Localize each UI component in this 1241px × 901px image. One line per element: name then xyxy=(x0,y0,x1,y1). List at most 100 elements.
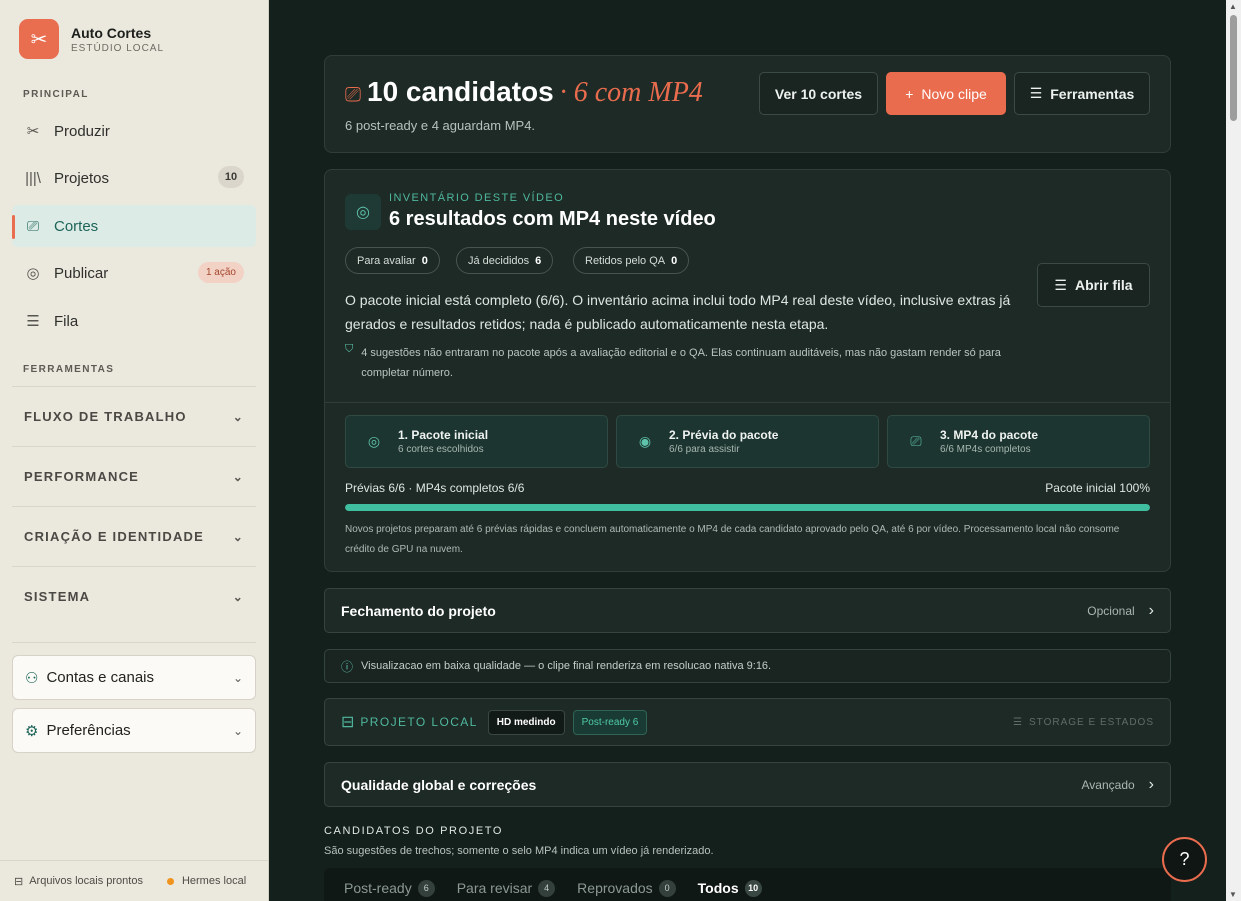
sidebar-item-produzir[interactable]: ✂ Produzir xyxy=(12,110,256,152)
chevron-down-icon: ⌄ xyxy=(232,670,243,685)
step-title: 3. MP4 do pacote xyxy=(940,428,1039,442)
pill-label: Para avaliar xyxy=(357,254,416,267)
page-subtitle: 6 post-ready e 4 aguardam MP4. xyxy=(345,118,536,133)
list-check-icon: ☰ xyxy=(1054,276,1067,293)
files-status: Arquivos locais prontos xyxy=(29,875,143,887)
chevron-down-icon: ⌄ xyxy=(232,409,244,424)
tab-label: Para revisar xyxy=(456,880,533,896)
sidebar-item-projetos[interactable]: |||\ Projetos 10 xyxy=(12,157,256,199)
sidebar-item-label: Projetos xyxy=(54,169,110,187)
sidebar-item-label: Cortes xyxy=(54,217,99,235)
inventory-note: ⛉ 4 sugestões não entraram no pacote apó… xyxy=(345,343,1025,383)
pill-value: 0 xyxy=(671,254,678,267)
inventory-description: O pacote inicial está completo (6/6). O … xyxy=(345,292,1011,332)
group-sistema[interactable]: SISTEMA ⌄ xyxy=(12,566,256,626)
sidebar-item-publicar[interactable]: ◎ Publicar 1 ação xyxy=(12,252,256,294)
library-icon: |||\ xyxy=(25,169,41,187)
help-button[interactable]: ? xyxy=(1162,837,1207,882)
brand[interactable]: ✂ Auto Cortes ESTÚDIO LOCAL xyxy=(19,19,164,59)
closing-title: Fechamento do projeto xyxy=(341,602,496,619)
scrollbar[interactable]: ▲ ▼ xyxy=(1226,0,1241,901)
check-circle-icon: ◎ xyxy=(345,194,381,230)
tools-button[interactable]: ☰ Ferramentas xyxy=(1014,72,1150,115)
step-title: 1. Pacote inicial xyxy=(398,428,489,442)
group-fluxo-de-trabalho[interactable]: FLUXO DE TRABALHO ⌄ xyxy=(12,386,256,446)
page-title-accent: · 6 com MP4 xyxy=(559,77,703,108)
inventory-footnote: Novos projetos preparam até 6 prévias rá… xyxy=(345,524,1120,555)
storage-states-link[interactable]: ☰ STORAGE E ESTADOS xyxy=(1013,717,1154,728)
tab-count: 10 xyxy=(744,879,762,897)
group-criacao-e-identidade[interactable]: CRIAÇÃO E IDENTIDADE ⌄ xyxy=(12,506,256,566)
chevron-down-icon: ⌄ xyxy=(232,723,243,738)
scissors-icon: ✂ xyxy=(26,123,40,140)
accounts-label: Contas e canais xyxy=(46,669,155,686)
scroll-up-icon[interactable]: ▲ xyxy=(1229,2,1237,11)
hermes-status: Hermes local xyxy=(181,875,247,887)
view-cuts-label: Ver 10 cortes xyxy=(774,85,863,102)
tab-count: 0 xyxy=(658,879,676,897)
pill-value: 6 xyxy=(535,254,542,267)
tab-count: 4 xyxy=(538,879,556,897)
projects-count-badge: 10 xyxy=(218,166,244,188)
clapperboard-icon: ⎚ xyxy=(26,217,39,235)
info-icon: ⓘ xyxy=(341,659,354,674)
pill-para-avaliar: Para avaliar 0 xyxy=(345,247,440,274)
new-clip-label: Novo clipe xyxy=(921,85,987,102)
check-circle-icon: ◎ xyxy=(367,433,381,449)
step-pacote-inicial[interactable]: ◎ 1. Pacote inicial 6 cortes escolhidos xyxy=(345,415,608,468)
shield-check-icon: ⛉ xyxy=(345,343,354,355)
check-circle-icon: ◎ xyxy=(26,265,40,282)
tab-para-revisar[interactable]: Para revisar 4 xyxy=(456,879,556,897)
tab-todos[interactable]: Todos 10 xyxy=(697,879,762,897)
section-principal: PRINCIPAL xyxy=(23,89,89,100)
publish-action-badge: 1 ação xyxy=(197,262,244,283)
preferences-button[interactable]: ⚙ Preferências ⌄ xyxy=(12,708,256,753)
step-mp4-do-pacote[interactable]: ⎚ 3. MP4 do pacote 6/6 MP4s completos xyxy=(887,415,1150,468)
sidebar-item-fila[interactable]: ☰ Fila xyxy=(12,300,256,342)
preferences-label: Preferências xyxy=(46,722,131,739)
section-ferramentas: FERRAMENTAS xyxy=(23,364,115,375)
chevron-down-icon: ⌄ xyxy=(232,529,244,544)
sidebar-footer: ⊟ Arquivos locais prontos Hermes local xyxy=(0,860,268,901)
divider xyxy=(12,642,256,643)
local-project-row: ⊟ PROJETO LOCAL HD medindo Post-ready 6 … xyxy=(324,698,1171,746)
view-cuts-button[interactable]: Ver 10 cortes xyxy=(759,72,878,115)
sliders-icon: ⚙ xyxy=(25,722,39,740)
pill-label: Já decididos xyxy=(468,254,530,267)
tab-count: 6 xyxy=(417,879,435,897)
candidates-heading: CANDIDATOS DO PROJETO xyxy=(324,825,504,837)
drive-icon: ⊟ xyxy=(341,714,355,731)
step-previa-do-pacote[interactable]: ◉ 2. Prévia do pacote 6/6 para assistir xyxy=(616,415,879,468)
hd-chip: HD medindo xyxy=(487,709,565,735)
inventory-title: 6 resultados com MP4 neste vídeo xyxy=(389,208,716,230)
list-check-icon: ☰ xyxy=(26,313,40,330)
sidebar-item-cortes[interactable]: ⎚ Cortes xyxy=(12,205,256,247)
tab-reprovados[interactable]: Reprovados 0 xyxy=(577,879,676,897)
scissors-icon: ✂ xyxy=(19,19,59,59)
closing-tag: Opcional xyxy=(1087,603,1135,618)
tab-label: Todos xyxy=(697,880,739,896)
brand-subtitle: ESTÚDIO LOCAL xyxy=(71,42,165,54)
users-icon: ⚇ xyxy=(25,669,39,687)
progress-left-label: Prévias 6/6 · MP4s completos 6/6 xyxy=(345,481,525,495)
step-sub: 6/6 MP4s completos xyxy=(940,444,1031,455)
drive-icon: ⊟ xyxy=(14,875,24,888)
global-quality-row[interactable]: Qualidade global e correções Avançado › xyxy=(324,762,1171,807)
tab-post-ready[interactable]: Post-ready 6 xyxy=(344,879,435,897)
new-clip-button[interactable]: + Novo clipe xyxy=(886,72,1006,115)
sidebar-item-label: Produzir xyxy=(54,122,110,140)
eye-icon: ◉ xyxy=(638,433,652,449)
open-queue-button[interactable]: ☰ Abrir fila xyxy=(1037,263,1150,307)
project-closing-row[interactable]: Fechamento do projeto Opcional › xyxy=(324,588,1171,633)
storage-label: STORAGE E ESTADOS xyxy=(1029,716,1154,728)
inventory-eyebrow: INVENTÁRIO DESTE VÍDEO xyxy=(389,192,565,204)
step-title: 2. Prévia do pacote xyxy=(669,428,779,442)
notice-text: Visualizacao em baixa qualidade — o clip… xyxy=(361,660,772,672)
scroll-down-icon[interactable]: ▼ xyxy=(1229,890,1237,899)
group-performance[interactable]: PERFORMANCE ⌄ xyxy=(12,446,256,506)
quality-tag: Avançado xyxy=(1081,777,1135,792)
accounts-channels-button[interactable]: ⚇ Contas e canais ⌄ xyxy=(12,655,256,700)
candidates-tabs: Post-ready 6 Para revisar 4 Reprovados 0 To… xyxy=(324,868,1171,901)
quality-title: Qualidade global e correções xyxy=(341,776,537,793)
scroll-thumb[interactable] xyxy=(1230,15,1237,121)
